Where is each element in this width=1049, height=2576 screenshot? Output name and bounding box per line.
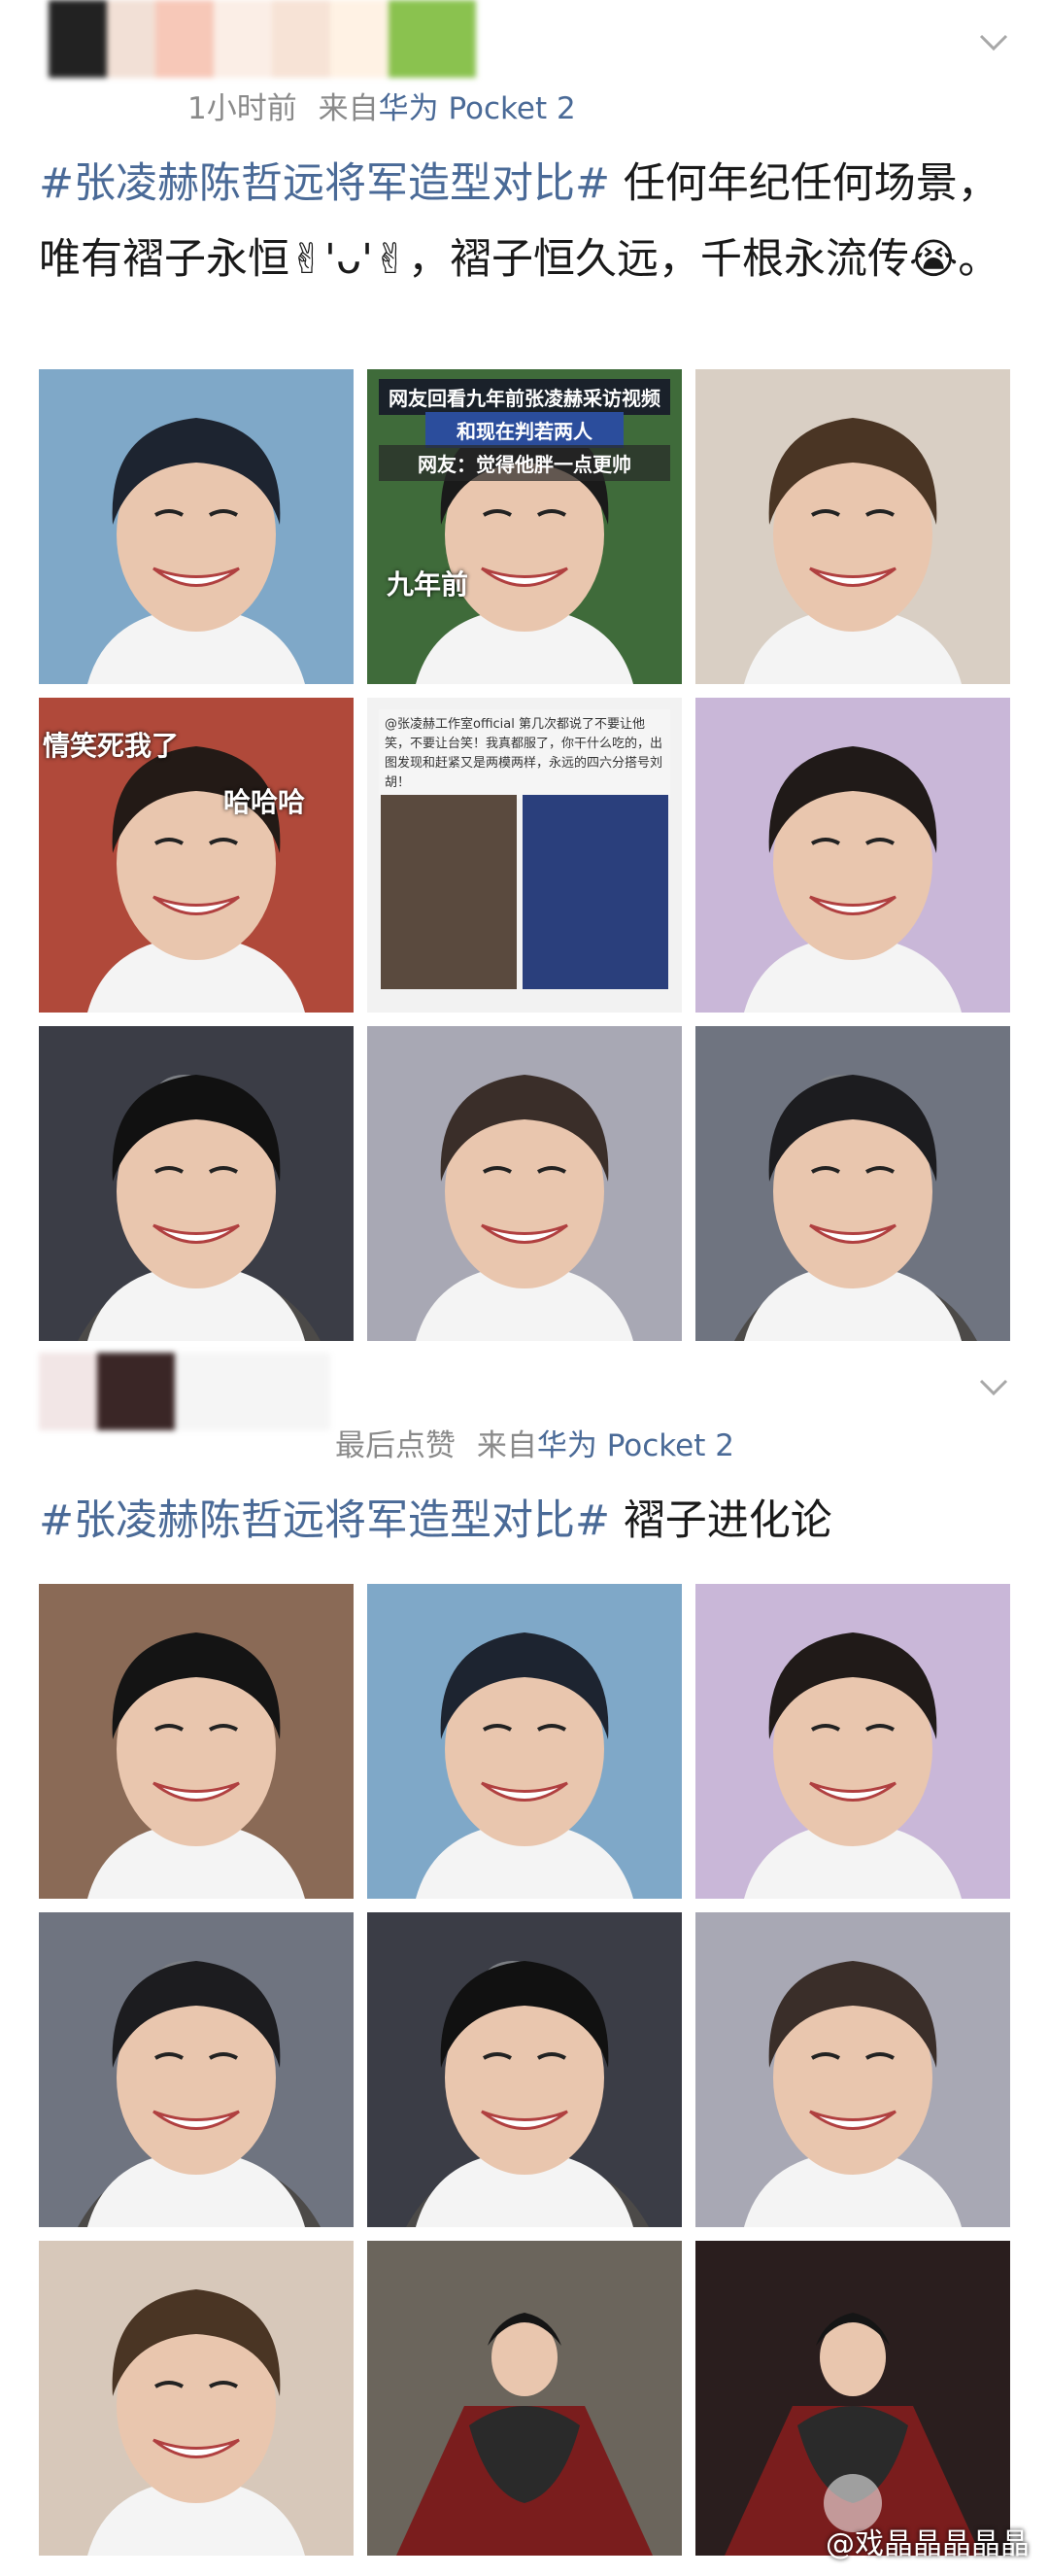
post-time: 最后点赞 xyxy=(335,1428,456,1463)
grid-image[interactable] xyxy=(39,2241,354,2556)
grid-image[interactable] xyxy=(695,1026,1010,1341)
grid-image[interactable] xyxy=(39,369,354,684)
grid-image[interactable] xyxy=(39,1026,354,1341)
portrait-photo xyxy=(39,2241,354,2556)
grid-image[interactable] xyxy=(695,698,1010,1013)
post-meta: 最后点赞 来自华为 Pocket 2 xyxy=(335,1428,734,1463)
portrait-photo xyxy=(695,1584,1010,1899)
portrait-photo xyxy=(695,698,1010,1013)
grid-image[interactable] xyxy=(39,1912,354,2227)
post-card-1: 1小时前 来自华为 Pocket 2 #张凌赫陈哲远将军造型对比# 任何年纪任何… xyxy=(0,0,1049,1351)
post-text: #张凌赫陈哲远将军造型对比# 褶子进化论 xyxy=(39,1483,1010,1559)
image-caption: 情笑死我了 xyxy=(43,730,180,762)
video-banner-note: 网友：觉得他胖一点更帅 xyxy=(379,445,670,481)
grid-image[interactable]: 情笑死我了哈哈哈 xyxy=(39,698,354,1013)
portrait-photo xyxy=(39,1912,354,2227)
image-grid: 网友回看九年前张凌赫采访视频 和现在判若两人 网友：觉得他胖一点更帅九年前情笑死我了… xyxy=(39,369,1010,1341)
post-card-2: 最后点赞 来自华为 Pocket 2 #张凌赫陈哲远将军造型对比# 褶子进化论 … xyxy=(0,1351,1049,2576)
blurred-avatar-username xyxy=(49,0,486,78)
portrait-photo xyxy=(367,1584,682,1899)
grid-image[interactable] xyxy=(367,1584,682,1899)
watermark: @戏晶晶晶晶晶 xyxy=(826,2527,1030,2561)
post-source[interactable]: 华为 Pocket 2 xyxy=(537,1428,734,1463)
portrait-photo xyxy=(39,1026,354,1341)
post-text: #张凌赫陈哲远将军造型对比# 任何年纪任何场景，唯有褶子永恒✌︎'ᴗ'✌︎，褶子… xyxy=(39,146,1010,297)
portrait-photo xyxy=(39,1584,354,1899)
grid-image[interactable] xyxy=(367,1026,682,1341)
hashtag-link[interactable]: #张凌赫陈哲远将军造型对比# xyxy=(39,159,610,208)
grid-image[interactable] xyxy=(367,2241,682,2556)
grid-image[interactable] xyxy=(367,1912,682,2227)
blurred-avatar-username xyxy=(39,1353,476,1430)
grid-image[interactable]: 网友回看九年前张凌赫采访视频 和现在判若两人 网友：觉得他胖一点更帅九年前 xyxy=(367,369,682,684)
image-caption: 哈哈哈 xyxy=(223,786,306,818)
portrait-photo xyxy=(695,369,1010,684)
post-source[interactable]: 华为 Pocket 2 xyxy=(379,91,576,126)
chevron-down-icon[interactable] xyxy=(977,1370,1010,1403)
image-caption: 九年前 xyxy=(387,568,469,601)
video-banner-title: 网友回看九年前张凌赫采访视频 xyxy=(379,379,670,415)
grid-image[interactable] xyxy=(695,1584,1010,1899)
portrait-photo xyxy=(367,1026,682,1341)
grid-image[interactable] xyxy=(695,2241,1010,2556)
grid-image[interactable]: @张凌赫工作室official 第几次都说了不要让他笑，不要让台笑！我真都服了，… xyxy=(367,698,682,1013)
grid-image[interactable] xyxy=(39,1584,354,1899)
portrait-photo xyxy=(367,1912,682,2227)
screenshot-text: @张凌赫工作室official 第几次都说了不要让他笑，不要让台笑！我真都服了，… xyxy=(379,709,670,799)
portrait-photo xyxy=(39,369,354,684)
portrait-photo xyxy=(695,1912,1010,2227)
image-grid xyxy=(39,1584,1010,2556)
video-banner-subtitle: 和现在判若两人 xyxy=(425,412,624,448)
portrait-photo xyxy=(695,1026,1010,1341)
grid-image[interactable] xyxy=(695,1912,1010,2227)
post-body: 褶子进化论 xyxy=(610,1496,832,1545)
grid-image[interactable] xyxy=(695,369,1010,684)
post-meta: 1小时前 来自华为 Pocket 2 xyxy=(187,91,576,126)
post-time: 1小时前 xyxy=(187,91,297,126)
hashtag-link[interactable]: #张凌赫陈哲远将军造型对比# xyxy=(39,1496,610,1545)
chevron-down-icon[interactable] xyxy=(977,25,1010,58)
portrait-photo xyxy=(367,2241,682,2556)
